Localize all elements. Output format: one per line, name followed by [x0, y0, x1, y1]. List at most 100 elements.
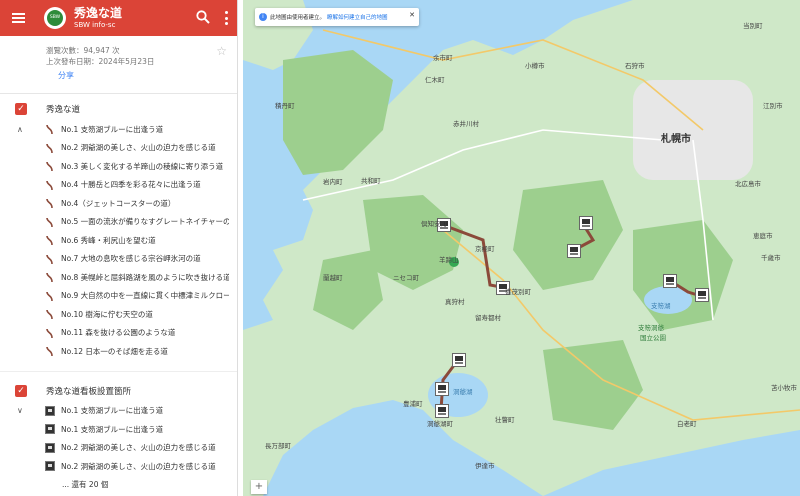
map-logo: SBW — [44, 7, 66, 29]
route-line-icon — [46, 217, 53, 227]
item-label: No.2 洞爺湖の美しさ、火山の迫力を感じる道 — [61, 443, 216, 453]
sign-icon — [45, 405, 55, 416]
place-label: 千歳市 — [761, 254, 781, 262]
place-label: 仁木町 — [425, 76, 445, 84]
route-line-icon — [46, 161, 53, 172]
lake-label: 洞爺湖 — [453, 388, 473, 396]
list-item[interactable]: No.6 秀峰・利尻山を望む道 — [0, 231, 237, 250]
route-line-icon — [46, 198, 53, 209]
place-label: 小樽市 — [525, 62, 545, 70]
place-label: 京極町 — [475, 245, 495, 253]
route-line-icon — [46, 272, 53, 283]
list-item[interactable]: No.2 洞爺湖の美しさ、火山の迫力を感じる道 — [0, 439, 237, 458]
item-label: No.5 一面の流氷が備りなすグレートネイチャーの道 — [61, 217, 229, 227]
layer-1: ✓ 秀逸な道 ∧ No.1 支笏湖ブルーに出逢う道 No.2 洞爺湖の美しさ、火… — [0, 98, 237, 361]
layer-title: 秀逸な道看板設置箇所 — [46, 386, 132, 397]
banner-link[interactable]: 瞭解如何建立自己的地圖 — [327, 13, 388, 21]
layer-2: ✓ 秀逸な道看板設置箇所 ∨ No.1 支笏湖ブルーに出逢う道 No.1 支笏湖… — [0, 370, 237, 495]
item-label: No.1 支笏湖ブルーに出逢う道 — [61, 124, 164, 134]
park-label: 国立公園 — [640, 334, 666, 342]
close-icon[interactable]: ✕ — [409, 11, 415, 19]
item-label: No.2 洞爺湖の美しさ、火山の迫力を感じる道 — [61, 143, 216, 153]
place-label: 豊浦町 — [403, 400, 423, 408]
place-label: 北広島市 — [735, 180, 761, 188]
item-label: No.2 洞爺湖の美しさ、火山の迫力を感じる道 — [61, 461, 216, 471]
place-label: 余市町 — [433, 54, 453, 62]
search-button[interactable] — [195, 9, 211, 25]
list-item[interactable]: No.11 森を抜ける公園のような道 — [0, 324, 237, 343]
city-label: 札幌市 — [661, 134, 691, 145]
list-item[interactable]: No.3 美しく変化する羊蹄山の稜線に寄り添う道 — [0, 157, 237, 176]
layer-header[interactable]: ✓ 秀逸な道看板設置箇所 — [0, 380, 237, 402]
banner-text: 此地圖由使用者建立。 — [270, 15, 326, 21]
place-label: 真狩村 — [445, 298, 465, 306]
place-label: 蘭越町 — [323, 274, 343, 282]
sign-marker[interactable] — [452, 353, 466, 367]
place-label: 喜茂別町 — [505, 288, 531, 296]
more-dot-icon — [224, 16, 228, 20]
item-label: No.8 美幌峠と屈斜路湖を風のように吹き抜ける道 — [61, 272, 229, 282]
list-item[interactable]: No.2 洞爺湖の美しさ、火山の迫力を感じる道 — [0, 139, 237, 158]
layer-checkbox[interactable]: ✓ — [15, 384, 27, 397]
route-line-icon — [46, 309, 53, 320]
menu-button[interactable] — [0, 0, 36, 36]
list-item[interactable]: No.9 大自然の中を一直線に貫く中標津ミルクロード — [0, 287, 237, 306]
route-line-icon — [46, 124, 53, 135]
place-label: 長万部町 — [265, 442, 291, 450]
more-items-row[interactable]: ... 還有 20 個 — [0, 476, 237, 495]
place-label: 苫小牧市 — [771, 384, 797, 392]
place-label: 共和町 — [361, 177, 381, 185]
place-label: 赤井川村 — [453, 120, 479, 128]
map-canvas[interactable]: 札幌市 石狩市 小樽市 余市町 仁木町 赤井川村 倶知安町 京極町 喜茂別町 ニ… — [243, 0, 800, 496]
more-options-button[interactable] — [221, 10, 231, 26]
sign-marker[interactable] — [435, 382, 449, 396]
side-panel: SBW 秀逸な道 SBW info-sc 瀏覽次數：94,947 次 上次發布日… — [0, 0, 238, 496]
item-label: No.4 十勝岳と四季を彩る花々に出逢う道 — [61, 180, 201, 190]
layer-header[interactable]: ✓ 秀逸な道 — [0, 98, 237, 120]
route-line-icon — [46, 328, 53, 338]
route-line-icon — [46, 143, 53, 153]
sign-marker[interactable] — [663, 274, 677, 288]
sign-icon — [45, 424, 55, 434]
place-label: 洞爺湖町 — [427, 420, 453, 428]
chevron-up-icon[interactable]: ∧ — [17, 125, 23, 134]
chevron-down-icon[interactable]: ∨ — [17, 406, 23, 415]
info-banner: i 此地圖由使用者建立。 瞭解如何建立自己的地圖 ✕ — [255, 8, 419, 26]
list-item[interactable]: No.4（ジェットコースターの道） — [0, 194, 237, 213]
list-item[interactable]: No.1 支笏湖ブルーに出逢う道 — [0, 420, 237, 439]
layer-checkbox[interactable]: ✓ — [15, 103, 27, 115]
place-label: 壮瞥町 — [495, 416, 515, 424]
route-line-icon — [46, 180, 53, 190]
more-items-label: ... 還有 20 個 — [62, 480, 109, 490]
list-item[interactable]: ∧ No.1 支笏湖ブルーに出逢う道 — [0, 120, 237, 139]
place-label: 白老町 — [677, 420, 697, 428]
share-link[interactable]: 分享 — [58, 70, 237, 81]
route-line-icon — [46, 291, 53, 301]
more-dot-icon — [224, 22, 228, 25]
place-label: 恵庭市 — [753, 232, 773, 240]
zoom-button[interactable]: + — [251, 480, 267, 494]
item-label: No.10 樹海に佇む天空の道 — [61, 309, 153, 319]
sign-marker[interactable] — [435, 404, 449, 418]
urban-area — [633, 80, 753, 180]
sign-marker[interactable] — [579, 216, 593, 230]
view-count: 瀏覽次數：94,947 次 — [46, 46, 120, 55]
place-label: 石狩市 — [625, 62, 645, 70]
list-item[interactable]: No.7 大地の息吹を感じる宗谷岬氷河の道 — [0, 250, 237, 269]
sign-marker[interactable] — [695, 288, 709, 302]
title-block: 秀逸な道 SBW info-sc — [74, 7, 122, 29]
list-item[interactable]: No.12 日本一のそば畑を走る道 — [0, 342, 237, 361]
list-item[interactable]: No.4 十勝岳と四季を彩る花々に出逢う道 — [0, 176, 237, 195]
list-item[interactable]: ∨ No.1 支笏湖ブルーに出逢う道 — [0, 402, 237, 421]
park-label: 支笏洞爺 — [638, 324, 664, 332]
star-icon[interactable]: ☆ — [216, 44, 227, 58]
list-item[interactable]: No.5 一面の流氷が備りなすグレートネイチャーの道 — [0, 213, 237, 232]
item-label: No.11 森を抜ける公園のような道 — [61, 328, 176, 338]
map-title: 秀逸な道 — [74, 6, 123, 20]
list-item[interactable]: No.10 樹海に佇む天空の道 — [0, 305, 237, 324]
sign-marker[interactable] — [567, 244, 581, 258]
list-item[interactable]: No.8 美幌峠と屈斜路湖を風のように吹き抜ける道 — [0, 268, 237, 287]
sign-icon — [45, 442, 55, 453]
place-label: 羊蹄山 — [439, 256, 459, 264]
list-item[interactable]: No.2 洞爺湖の美しさ、火山の迫力を感じる道 — [0, 457, 237, 476]
